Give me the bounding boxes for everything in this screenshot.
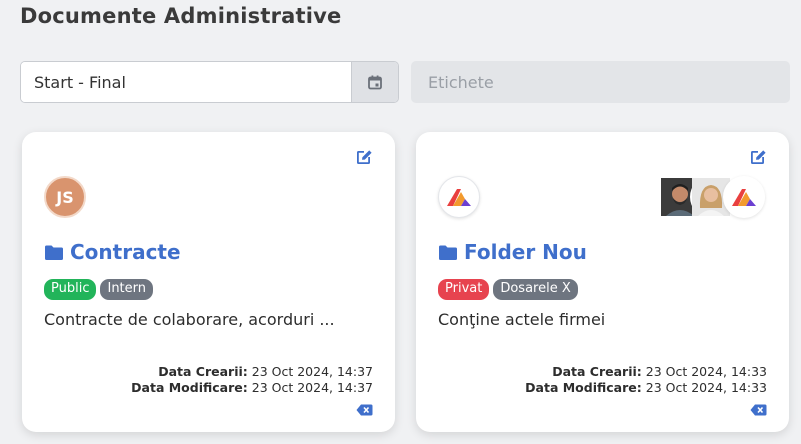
modified-value: 23 Oct 2024, 14:37 (247, 380, 373, 395)
owner-logo-avatar (438, 176, 480, 218)
created-value: 23 Oct 2024, 14:33 (641, 364, 767, 379)
company-logo-icon (447, 189, 471, 206)
calendar-icon (368, 75, 382, 89)
folder-description: Conţine actele firmei (438, 310, 606, 329)
folder-title-label: Contracte (70, 240, 181, 264)
date-range-picker[interactable] (20, 61, 399, 103)
folder-title[interactable]: Contracte (44, 240, 181, 264)
created-value: 23 Oct 2024, 14:37 (247, 364, 373, 379)
member-avatar-logo (723, 176, 765, 218)
folder-title[interactable]: Folder Nou (438, 240, 587, 264)
badge-privat: Privat (438, 279, 490, 300)
folder-dates: Data Crearii: 23 Oct 2024, 14:33 Data Mo… (525, 364, 767, 396)
folder-icon (45, 245, 63, 260)
date-range-input[interactable] (21, 62, 351, 102)
delete-icon[interactable] (356, 404, 373, 416)
badge-list: Public Intern (44, 279, 154, 300)
tags-input[interactable] (411, 61, 790, 103)
created-label: Data Crearii: (552, 364, 642, 379)
edit-icon[interactable] (749, 148, 767, 166)
company-logo-icon (732, 189, 756, 206)
modified-label: Data Modificare: (525, 380, 642, 395)
modified-value: 23 Oct 2024, 14:33 (641, 380, 767, 395)
page-title: Documente Administrative (20, 4, 342, 28)
avatar: JS (44, 176, 86, 218)
edit-icon[interactable] (355, 148, 373, 166)
folder-card-contracte[interactable]: JS Contracte Public Intern Contracte de … (22, 132, 395, 432)
badge-list: Privat Dosarele X (438, 279, 578, 300)
badge-intern: Intern (100, 279, 154, 300)
badge-dosarele-x: Dosarele X (493, 279, 578, 300)
delete-icon[interactable] (750, 404, 767, 416)
created-label: Data Crearii: (158, 364, 248, 379)
badge-public: Public (44, 279, 97, 300)
modified-label: Data Modificare: (131, 380, 248, 395)
folder-icon (439, 245, 457, 260)
calendar-button[interactable] (351, 62, 398, 102)
folder-card-folder-nou[interactable]: Folder Nou Privat Dosarele X Conţine act… (416, 132, 789, 432)
folder-dates: Data Crearii: 23 Oct 2024, 14:37 Data Mo… (131, 364, 373, 396)
folder-description: Contracte de colaborare, acorduri ... (44, 310, 335, 329)
folder-title-label: Folder Nou (464, 240, 587, 264)
